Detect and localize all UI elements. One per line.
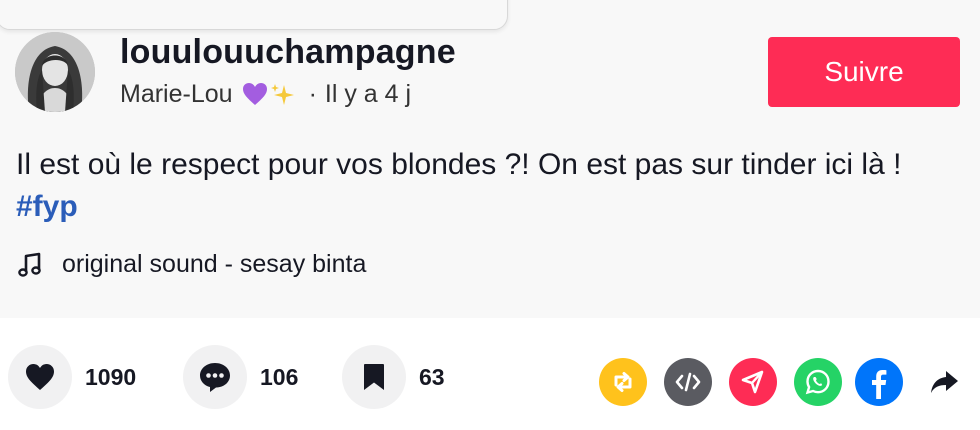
author-display-name[interactable]: Marie-Lou (120, 80, 233, 109)
repost-icon (614, 372, 632, 392)
whatsapp-share-button[interactable] (794, 358, 842, 406)
author-subline: Marie-Lou · Il y a 4 j (120, 80, 411, 109)
repost-button[interactable] (599, 358, 647, 406)
comment-count: 106 (260, 363, 299, 390)
send-icon (741, 370, 764, 394)
like-action: 1090 (8, 345, 136, 409)
heart-icon (26, 364, 54, 390)
bookmark-icon (364, 364, 384, 390)
favorite-button[interactable] (342, 345, 406, 409)
hashtag-link[interactable]: #fyp (16, 190, 78, 223)
avatar[interactable] (15, 32, 95, 112)
music-note-icon (18, 252, 42, 278)
purple-heart-icon (242, 82, 267, 105)
action-bar: 1090 106 63 (0, 345, 980, 420)
follow-button[interactable]: Suivre (768, 37, 960, 107)
embed-icon (675, 372, 701, 392)
comment-button[interactable] (183, 345, 247, 409)
more-share-button[interactable] (920, 358, 968, 406)
favorite-count: 63 (419, 363, 445, 390)
send-to-friend-button[interactable] (729, 358, 777, 406)
sound-label[interactable]: original sound - sesay binta (62, 250, 366, 279)
like-count: 1090 (85, 363, 137, 390)
video-caption: Il est où le respect pour vos blondes ?!… (16, 144, 966, 228)
whatsapp-icon (805, 369, 830, 395)
video-info-panel: louulouuchampagne Marie-Lou · Il y a 4 j… (0, 0, 980, 318)
sound-link[interactable]: original sound - sesay binta (18, 250, 366, 279)
comment-action: 106 (183, 345, 298, 409)
author-username[interactable]: louulouuchampagne (120, 33, 456, 72)
share-arrow-icon (931, 371, 958, 393)
separator-dot: · (308, 80, 317, 108)
sparkles-icon (270, 83, 294, 105)
facebook-share-button[interactable] (855, 358, 903, 406)
embed-button[interactable] (664, 358, 712, 406)
like-button[interactable] (8, 345, 72, 409)
name-emoji (237, 81, 297, 109)
posted-time: Il y a 4 j (324, 80, 412, 108)
favorite-action: 63 (342, 345, 445, 409)
facebook-icon (872, 370, 887, 399)
caption-text: Il est où le respect pour vos blondes ?!… (16, 148, 902, 181)
comment-icon (200, 363, 230, 392)
popup-panel-edge (0, 0, 508, 30)
